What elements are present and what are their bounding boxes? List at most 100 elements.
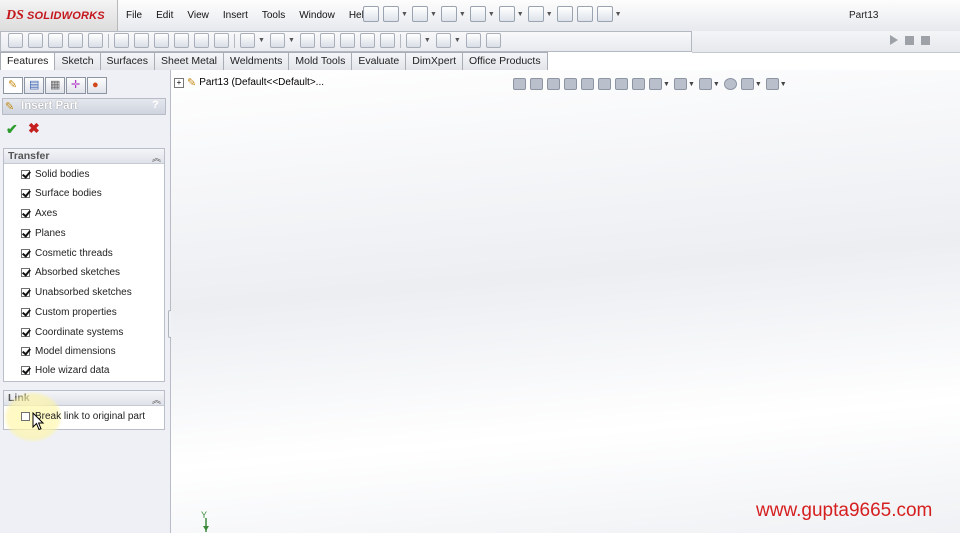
dome-icon[interactable] (359, 33, 375, 48)
graphics-area[interactable] (171, 70, 960, 533)
chevron-down-icon[interactable]: ▼ (663, 81, 670, 88)
freeform-icon[interactable] (485, 33, 501, 48)
hide-show-items-icon[interactable] (698, 78, 712, 90)
tab-office-products[interactable]: Office Products (463, 52, 548, 71)
hole-wizard-icon[interactable] (134, 33, 149, 48)
boundary-boss-icon[interactable] (88, 33, 103, 48)
chevron-down-icon[interactable]: ▼ (780, 81, 787, 88)
tab-features[interactable]: Features (0, 52, 56, 71)
lofted-boss-icon[interactable] (68, 33, 83, 48)
expand-icon[interactable]: + (174, 77, 184, 88)
help-icon[interactable]: ? (152, 99, 159, 111)
checkbox-planes[interactable]: Planes (21, 226, 66, 240)
extruded-boss-icon[interactable] (8, 33, 23, 48)
checkbox[interactable] (21, 411, 30, 421)
chevron-down-icon[interactable]: ▼ (258, 37, 265, 44)
view-orientation-icon[interactable] (649, 78, 662, 90)
feature-manager-tab[interactable]: ✎ (3, 77, 23, 94)
menu-view[interactable]: View (180, 8, 216, 24)
chevron-down-icon[interactable]: ▼ (430, 11, 437, 18)
checkbox[interactable] (21, 188, 30, 198)
print-icon[interactable] (469, 6, 486, 22)
transfer-group-header[interactable]: Transfer ︽ (4, 149, 164, 164)
checkbox[interactable] (21, 346, 30, 356)
extruded-cut-icon[interactable] (114, 33, 129, 48)
chevron-down-icon[interactable]: ▼ (517, 11, 524, 18)
display-manager-tab[interactable]: ● (87, 77, 107, 94)
mirror-icon[interactable] (379, 33, 395, 48)
lofted-cut-icon[interactable] (194, 33, 209, 48)
checkbox-coordinate-systems[interactable]: Coordinate systems (21, 325, 123, 339)
reference-geometry-icon[interactable] (405, 33, 421, 48)
linear-pattern-icon[interactable] (269, 33, 285, 48)
menu-tools[interactable]: Tools (255, 8, 292, 24)
file-properties-icon[interactable] (576, 6, 593, 22)
checkbox-cosmetic-threads[interactable]: Cosmetic threads (21, 246, 113, 260)
previous-view-icon[interactable] (513, 78, 526, 90)
zoom-to-area-icon[interactable] (564, 78, 577, 90)
property-manager-tab[interactable]: ▤ (24, 77, 44, 94)
tab-evaluate[interactable]: Evaluate (352, 52, 407, 71)
checkbox[interactable] (21, 228, 30, 238)
view-cube-icon[interactable] (530, 78, 543, 90)
checkbox[interactable] (21, 169, 30, 179)
chevron-down-icon[interactable]: ▼ (288, 37, 295, 44)
chevron-down-icon[interactable]: ▼ (454, 37, 461, 44)
checkbox[interactable] (21, 365, 30, 375)
revolved-boss-icon[interactable] (28, 33, 43, 48)
checkbox[interactable] (21, 307, 30, 317)
instant3d-icon[interactable] (465, 33, 481, 48)
select-arrow-icon[interactable] (527, 6, 544, 22)
pan-icon[interactable] (615, 78, 628, 90)
chevron-down-icon[interactable]: ▼ (688, 81, 695, 88)
chevron-down-icon[interactable]: ▼ (713, 81, 720, 88)
menu-edit[interactable]: Edit (149, 8, 180, 24)
solidworks-logo[interactable]: DS SOLIDWORKS (0, 0, 118, 31)
chevron-down-icon[interactable]: ▼ (755, 81, 762, 88)
stop-icon[interactable] (905, 35, 914, 45)
boundary-cut-icon[interactable] (214, 33, 229, 48)
collapse-icon[interactable]: ︽ (152, 151, 161, 164)
rebuild-icon[interactable] (556, 6, 573, 22)
open-folder-icon[interactable] (411, 6, 428, 22)
checkbox-absorbed-sketches[interactable]: Absorbed sketches (21, 265, 120, 279)
configuration-manager-tab[interactable]: ▦ (45, 77, 65, 94)
checkbox-axes[interactable]: Axes (21, 206, 57, 220)
checkbox[interactable] (21, 327, 30, 337)
shell-icon[interactable] (339, 33, 355, 48)
checkbox-custom-properties[interactable]: Custom properties (21, 305, 117, 319)
swept-boss-icon[interactable] (48, 33, 63, 48)
checkbox[interactable] (21, 248, 30, 258)
feature-tree-root[interactable]: + ✎ Part13 (Default<<Default>... (174, 76, 324, 89)
chevron-down-icon[interactable]: ▼ (459, 11, 466, 18)
checkbox[interactable] (21, 267, 30, 277)
checkbox[interactable] (21, 208, 30, 218)
view-settings-icon[interactable] (765, 78, 779, 90)
options-icon[interactable] (596, 6, 613, 22)
stop-icon[interactable] (921, 35, 930, 45)
checkbox-unabsorbed-sketches[interactable]: Unabsorbed sketches (21, 285, 132, 299)
draft-icon[interactable] (319, 33, 335, 48)
undo-icon[interactable] (498, 6, 515, 22)
fillet-icon[interactable] (240, 33, 255, 48)
chevron-down-icon[interactable]: ▼ (546, 11, 553, 18)
checkbox-surface-bodies[interactable]: Surface bodies (21, 186, 102, 200)
menu-window[interactable]: Window (292, 8, 342, 24)
ok-button[interactable]: ✔ (6, 121, 18, 138)
rotate-view-icon[interactable] (598, 78, 611, 90)
checkbox-solid-bodies[interactable]: Solid bodies (21, 167, 89, 181)
chevron-down-icon[interactable]: ▼ (401, 11, 408, 18)
section-view-icon[interactable] (632, 78, 645, 90)
dimxpert-manager-tab[interactable]: ✛ (66, 77, 86, 94)
zoom-to-fit-icon[interactable] (547, 78, 560, 90)
chevron-down-icon[interactable]: ▼ (424, 37, 431, 44)
zoom-in-out-icon[interactable] (581, 78, 594, 90)
tab-mold-tools[interactable]: Mold Tools (289, 52, 353, 71)
tab-sheet-metal[interactable]: Sheet Metal (154, 52, 225, 71)
menu-insert[interactable]: Insert (216, 8, 255, 24)
edit-appearance-icon[interactable] (723, 78, 737, 90)
chevron-down-icon[interactable]: ▼ (488, 11, 495, 18)
curves-icon[interactable] (435, 33, 451, 48)
pin-icon[interactable] (363, 6, 379, 22)
swept-cut-icon[interactable] (174, 33, 189, 48)
